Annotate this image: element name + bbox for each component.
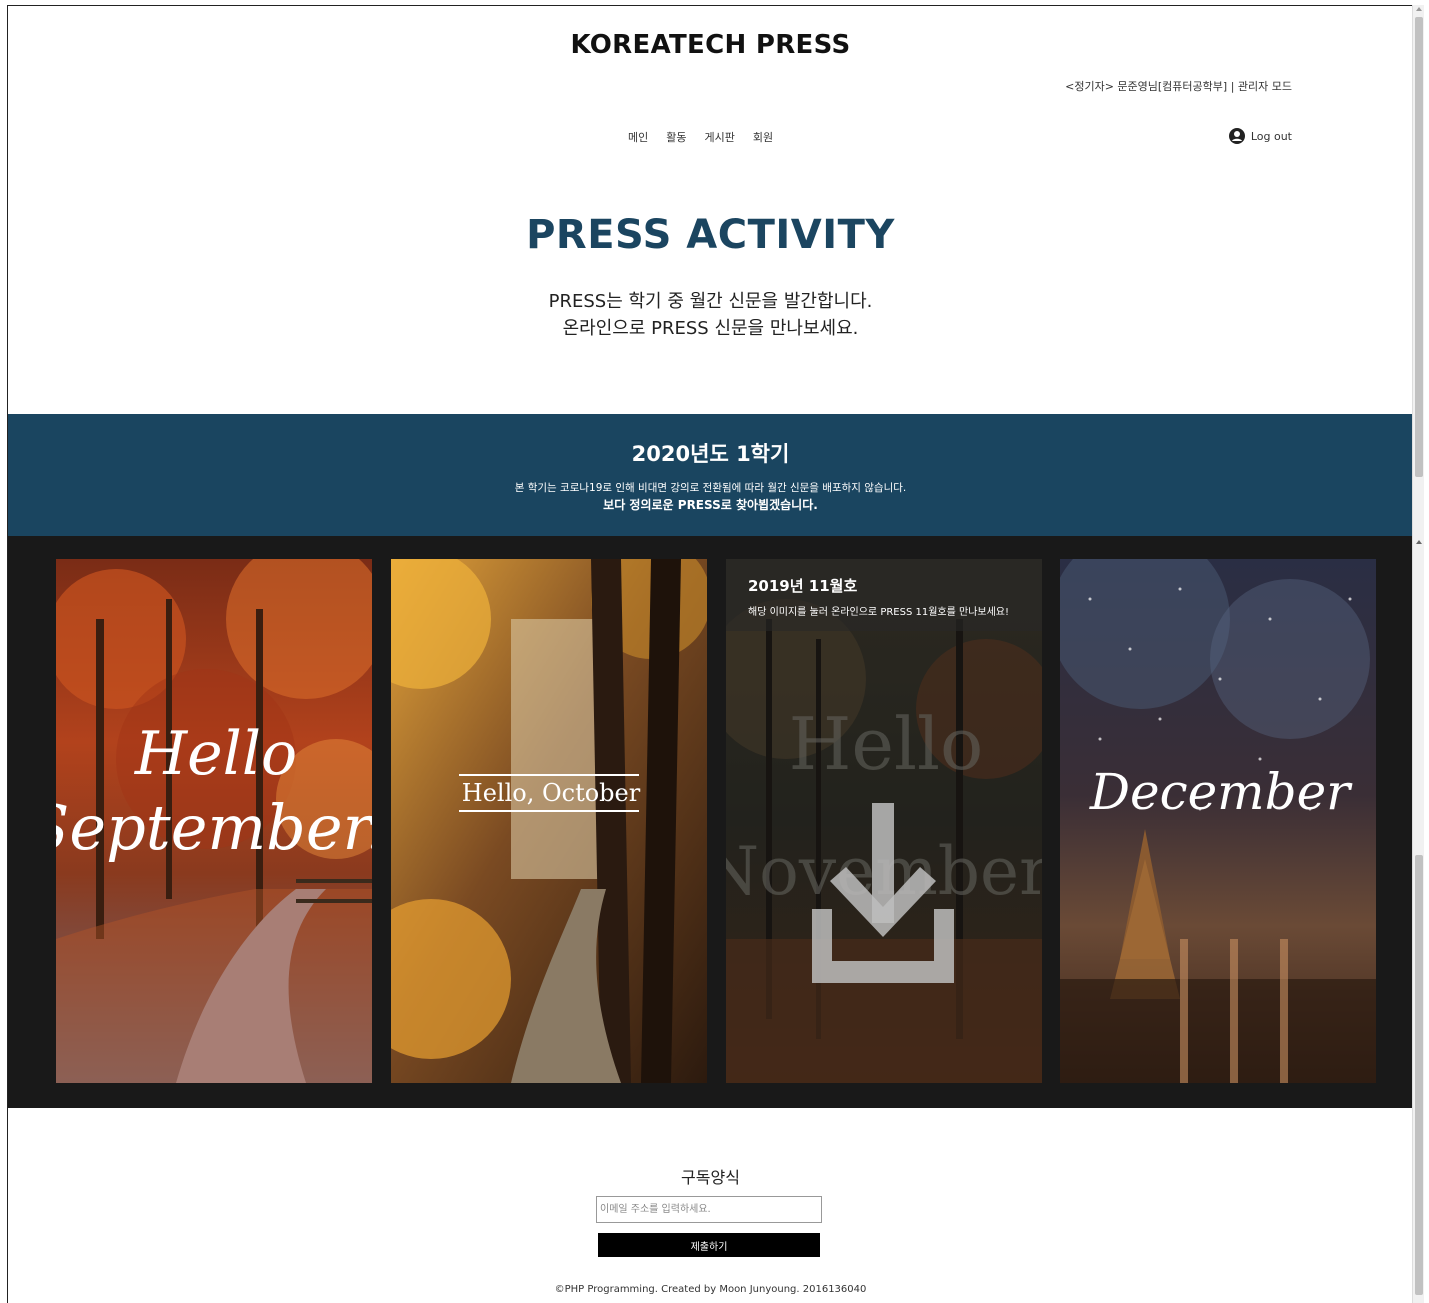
newspaper-gallery: Hello September. bbox=[8, 536, 1412, 1108]
activity-desc-line-2: 온라인으로 PRESS 신문을 만나보세요. bbox=[562, 318, 859, 339]
user-info: <정기자> 문준영님[컴퓨터공학부] | 관리자 모드 bbox=[1065, 80, 1292, 93]
nav-item-board[interactable]: 게시판 bbox=[705, 129, 735, 145]
main-nav: 메인 활동 게시판 회원 bbox=[628, 129, 773, 145]
september-line-2: September. bbox=[56, 791, 372, 864]
newspaper-card-november[interactable]: Hello November 2019년 11월호 해당 이미지를 눌러 온라인… bbox=[726, 559, 1042, 1083]
download-icon[interactable] bbox=[808, 799, 958, 989]
december-script-text: December bbox=[1089, 763, 1353, 821]
vertical-scrollbar[interactable] bbox=[1412, 5, 1424, 1303]
october-title: Hello, October bbox=[462, 779, 641, 807]
nav-item-member[interactable]: 회원 bbox=[753, 129, 773, 145]
page-title: PRESS ACTIVITY bbox=[526, 212, 895, 258]
october-script-text: Hello, October bbox=[459, 774, 641, 812]
logout-button[interactable]: Log out bbox=[1228, 128, 1292, 144]
semester-note-bold: 보다 정의로운 PRESS로 찾아뵙겠습니다. bbox=[603, 498, 818, 512]
november-issue-desc: 해당 이미지를 눌러 온라인으로 PRESS 11월호를 만나보세요! bbox=[748, 607, 1009, 618]
scroll-thumb[interactable] bbox=[1415, 17, 1423, 477]
user-circle-icon bbox=[1228, 128, 1245, 144]
activity-desc-line-1: PRESS는 학기 중 월간 신문을 발간합니다. bbox=[548, 291, 873, 312]
footer-text: ©PHP Programming. Created by Moon Junyou… bbox=[554, 1284, 867, 1295]
subscribe-title: 구독양식 bbox=[681, 1168, 740, 1187]
email-input[interactable] bbox=[596, 1196, 822, 1223]
scroll-track-lower[interactable] bbox=[1415, 855, 1423, 1295]
newspaper-card-december[interactable]: December bbox=[1060, 559, 1376, 1083]
september-line-1: Hello bbox=[134, 719, 297, 789]
semester-title: 2020년도 1학기 bbox=[631, 442, 790, 466]
nav-item-activity[interactable]: 활동 bbox=[666, 129, 686, 145]
nav-item-main[interactable]: 메인 bbox=[628, 129, 648, 145]
scroll-marker-icon bbox=[1416, 540, 1422, 544]
site-title[interactable]: KOREATECH PRESS bbox=[8, 30, 1412, 60]
september-script-text: Hello September. bbox=[56, 719, 372, 864]
november-issue-title: 2019년 11월호 bbox=[748, 577, 858, 595]
page: KOREATECH PRESS <정기자> 문준영님[컴퓨터공학부] | 관리자… bbox=[7, 5, 1412, 1303]
semester-note: 본 학기는 코로나19로 인해 비대면 강의로 전환됨에 따라 월간 신문을 배… bbox=[514, 482, 907, 494]
logout-label: Log out bbox=[1250, 129, 1292, 143]
semester-banner: 2020년도 1학기 본 학기는 코로나19로 인해 비대면 강의로 전환됨에 … bbox=[8, 414, 1412, 536]
activity-description: PRESS는 학기 중 월간 신문을 발간합니다. 온라인으로 PRESS 신문… bbox=[8, 288, 1412, 342]
newspaper-card-september[interactable]: Hello September. bbox=[56, 559, 372, 1083]
scroll-up-icon[interactable] bbox=[1416, 7, 1422, 11]
newspaper-card-october[interactable]: Hello, October bbox=[391, 559, 707, 1083]
submit-button[interactable]: 제출하기 bbox=[598, 1233, 820, 1257]
december-title: December bbox=[1089, 763, 1353, 821]
